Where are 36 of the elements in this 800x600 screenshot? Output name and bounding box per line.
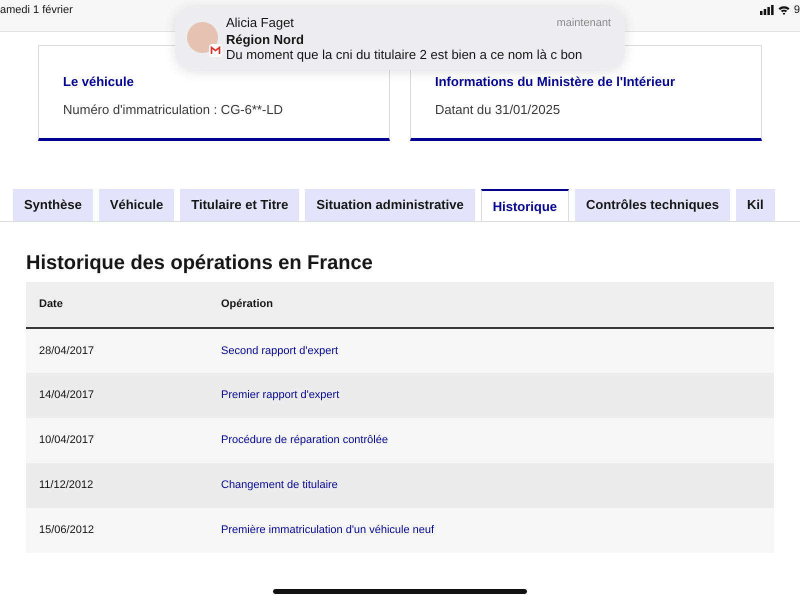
- notification-banner[interactable]: Alicia Faget maintenant Région Nord Du moment que la cni du titulaire 2 est bien a ce nom là c bon: [175, 7, 625, 70]
- wifi-icon: [778, 5, 790, 16]
- notification-time: maintenant: [556, 16, 611, 31]
- operation-link[interactable]: Changement de titulaire: [221, 479, 338, 492]
- tab[interactable]: Kil: [736, 189, 775, 221]
- date-cell: 15/06/2012: [26, 508, 208, 553]
- status-date: amedi 1 février: [0, 3, 73, 18]
- operation-link[interactable]: Première immatriculation d'un véhicule neuf: [221, 524, 434, 536]
- signal-icon: [760, 5, 774, 16]
- date-cell: 11/12/2012: [26, 463, 208, 508]
- date-cell: 14/04/2017: [26, 373, 208, 418]
- date-cell: 10/04/2017: [26, 418, 208, 463]
- column-header: Date: [26, 282, 208, 328]
- operation-link[interactable]: Premier rapport d'expert: [221, 389, 340, 402]
- avatar-circle: [187, 22, 218, 53]
- tab[interactable]: Historique: [480, 189, 570, 221]
- operation-link[interactable]: Second rapport d'expert: [221, 344, 338, 357]
- tab[interactable]: Contrôles techniques: [575, 189, 730, 221]
- operation-link[interactable]: Procédure de réparation contrôlée: [221, 434, 388, 446]
- home-indicator[interactable]: [273, 589, 527, 594]
- tab[interactable]: Situation administrative: [305, 189, 475, 221]
- date-cell: 28/04/2017: [26, 328, 208, 373]
- notification-message: Du moment que la cni du titulaire 2 est bien a ce nom là c bon: [226, 46, 584, 62]
- notification-group: Région Nord: [226, 32, 611, 46]
- battery-percent: 9: [794, 3, 800, 18]
- tab[interactable]: Véhicule: [98, 189, 174, 221]
- notification-sender: Alicia Faget: [226, 15, 294, 32]
- card-text: Numéro d'immatriculation : CG-6**-LD: [63, 100, 284, 118]
- card-title: Informations du Ministère de l'Intérieur: [435, 73, 676, 91]
- section-title: Historique des opérations en France: [26, 251, 374, 276]
- mail-app-icon: [209, 44, 222, 57]
- tab[interactable]: Synthèse: [13, 189, 93, 221]
- card-text: Datant du 31/01/2025: [435, 100, 562, 118]
- tab[interactable]: Titulaire et Titre: [180, 189, 300, 221]
- card-title: Le véhicule: [63, 73, 135, 91]
- column-header: Opération: [208, 282, 774, 328]
